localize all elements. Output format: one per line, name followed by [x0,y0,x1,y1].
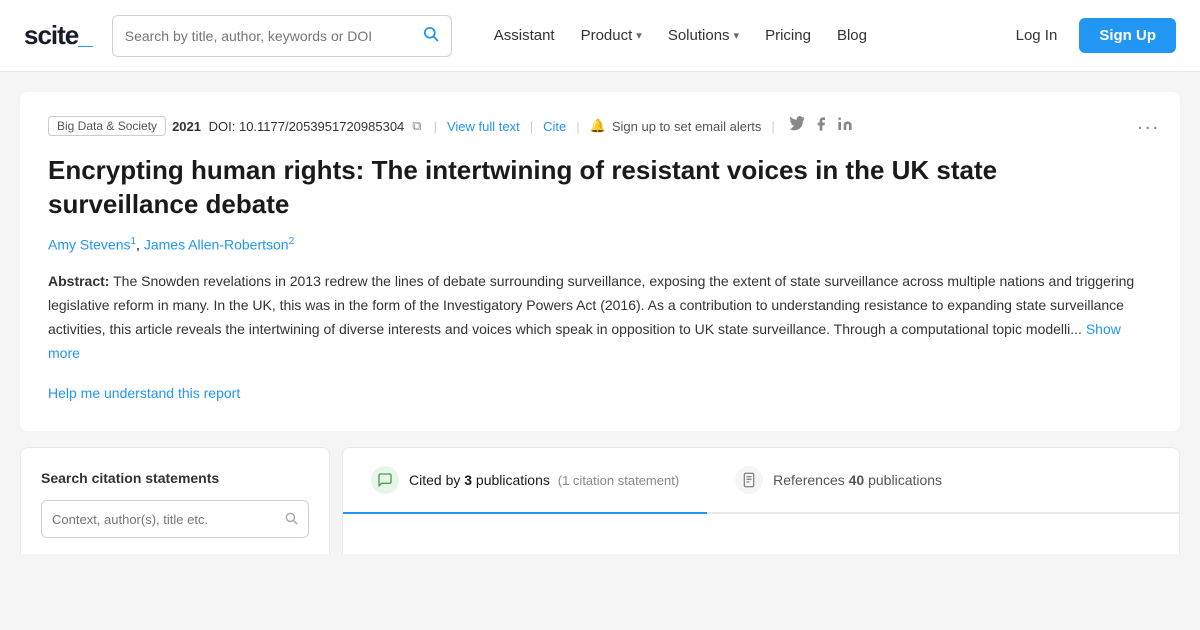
nav-solutions[interactable]: Solutions ▾ [658,21,749,50]
cite-link[interactable]: Cite [543,119,566,134]
more-options-button[interactable]: ... [1137,112,1160,135]
login-button[interactable]: Log In [1006,21,1068,50]
nav-pricing[interactable]: Pricing [755,21,821,50]
social-icons [789,116,853,136]
bell-icon: 🔔 [590,118,606,134]
header: scite_ Assistant Product ▾ Solutions ▾ P… [0,0,1200,72]
citation-search-panel: Search citation statements [20,447,330,554]
abstract-label: Abstract: [48,273,109,289]
alert-text: Sign up to set email alerts [612,119,762,134]
citation-search-title: Search citation statements [41,470,309,486]
nav-blog[interactable]: Blog [827,21,877,50]
doi-value: 10.1177/2053951720985304 [239,119,404,134]
cited-by-label: Cited by 3 publications (1 citation stat… [409,472,679,488]
main-content: ... Big Data & Society 2021 DOI: 10.1177… [0,72,1200,554]
tabs-row: Cited by 3 publications (1 citation stat… [343,448,1179,514]
search-icon [422,25,439,47]
search-box[interactable] [112,15,452,57]
doi-label: DOI: [209,119,236,134]
tabs-panel: Cited by 3 publications (1 citation stat… [342,447,1180,554]
abstract-text: The Snowden revelations in 2013 redrew t… [48,273,1134,337]
cited-by-icon [371,466,399,494]
references-icon [735,466,763,494]
logo[interactable]: scite_ [24,20,92,51]
bottom-panels: Search citation statements [20,447,1180,554]
meta-row: Big Data & Society 2021 DOI: 10.1177/205… [48,116,1152,136]
signup-button[interactable]: Sign Up [1079,18,1176,53]
tab-cited-by[interactable]: Cited by 3 publications (1 citation stat… [343,448,707,514]
citation-search-input[interactable] [52,512,284,527]
view-full-text-link[interactable]: View full text [447,119,520,134]
citation-search-box[interactable] [41,500,309,538]
nav-assistant[interactable]: Assistant [484,21,565,50]
paper-title: Encrypting human rights: The intertwinin… [48,154,1152,222]
main-nav: Assistant Product ▾ Solutions ▾ Pricing … [484,21,986,50]
paper-card: ... Big Data & Society 2021 DOI: 10.1177… [20,92,1180,431]
authors: Amy Stevens1, James Allen-Robertson2 [48,236,1152,253]
nav-product[interactable]: Product ▾ [571,21,652,50]
author-link-2[interactable]: James Allen-Robertson [144,236,289,252]
tab-references[interactable]: References 40 publications [707,448,970,512]
copy-icon[interactable]: ⧉ [412,118,421,134]
search-icon [284,511,298,528]
chevron-down-icon: ▾ [734,29,740,42]
abstract: Abstract: The Snowden revelations in 201… [48,270,1152,365]
help-understand-link[interactable]: Help me understand this report [48,385,240,401]
search-input[interactable] [125,28,422,44]
nav-right: Log In Sign Up [1006,18,1176,53]
publication-year: 2021 [172,119,201,134]
twitter-icon[interactable] [789,116,805,136]
journal-tag: Big Data & Society [48,116,166,136]
year-doi: 2021 DOI: 10.1177/2053951720985304 [172,119,404,134]
references-label: References 40 publications [773,472,942,488]
author-link-1[interactable]: Amy Stevens [48,236,130,252]
linkedin-icon[interactable] [837,116,853,136]
chevron-down-icon: ▾ [636,29,642,42]
facebook-icon[interactable] [813,116,829,136]
